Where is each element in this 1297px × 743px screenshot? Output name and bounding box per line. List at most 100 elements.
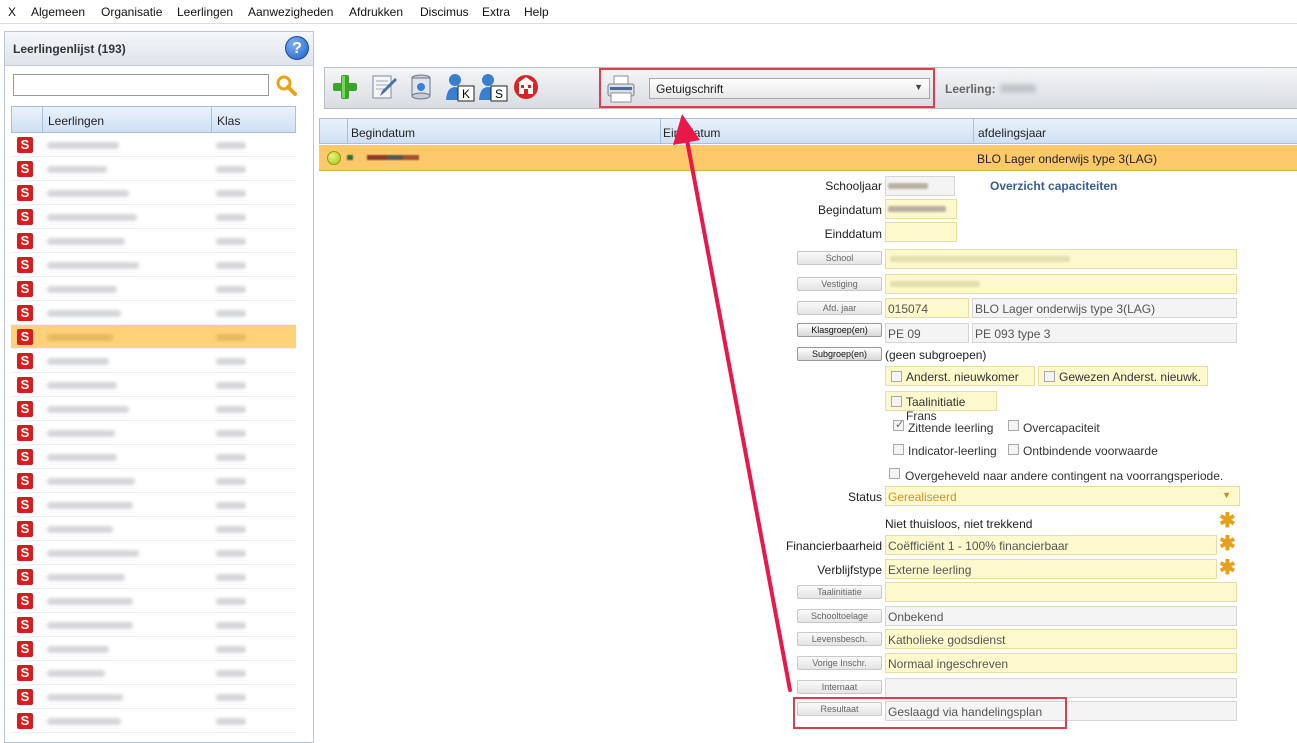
column-klas[interactable]: Klas: [217, 114, 240, 128]
asterisk-icon[interactable]: ✱: [1219, 555, 1236, 580]
asterisk-icon[interactable]: ✱: [1219, 531, 1236, 556]
schooltoelage-button[interactable]: Schooltoelage: [797, 609, 882, 623]
list-item[interactable]: S: [11, 517, 296, 541]
afd-name-field[interactable]: BLO Lager onderwijs type 3(LAG): [972, 298, 1237, 318]
list-item[interactable]: S: [11, 277, 296, 301]
list-item[interactable]: S: [11, 661, 296, 685]
menu-discimus[interactable]: Discimus: [420, 5, 469, 19]
begindatum-field[interactable]: [885, 199, 957, 219]
overcapaciteit-checkbox[interactable]: [1008, 420, 1019, 431]
leerling-name-redacted: [1000, 84, 1036, 93]
vestiging-field[interactable]: [885, 274, 1237, 294]
afd-jaar-button[interactable]: Afd. jaar: [797, 301, 882, 315]
building-icon[interactable]: [512, 73, 542, 103]
schooltoelage-field[interactable]: Onbekend: [885, 606, 1237, 626]
list-item[interactable]: S: [11, 541, 296, 565]
list-item[interactable]: S: [11, 709, 296, 733]
indicator-leerling-checkbox[interactable]: [893, 444, 904, 455]
student-name-redacted: [47, 166, 107, 173]
student-s-icon: S: [17, 449, 33, 465]
vorige-inschr-button[interactable]: Vorige Inschr.: [797, 656, 882, 670]
taalinitiatie-button[interactable]: Taalinitiatie: [797, 585, 882, 599]
list-item[interactable]: S: [11, 373, 296, 397]
list-item[interactable]: S: [11, 133, 296, 157]
taalinitiatie-frans-checkbox[interactable]: [891, 396, 902, 407]
gewezen-anderst-box[interactable]: Gewezen Anderst. nieuwk.: [1038, 366, 1208, 386]
taalinitiatie-frans-box[interactable]: Taalinitiatie Frans: [885, 391, 997, 423]
student-klas-redacted: [216, 262, 246, 269]
list-item[interactable]: S: [11, 205, 296, 229]
list-item[interactable]: S: [11, 565, 296, 589]
zittende-leerling-checkbox[interactable]: [893, 418, 904, 431]
list-item[interactable]: S: [11, 301, 296, 325]
student-search-input[interactable]: [13, 74, 269, 96]
column-begindatum[interactable]: Begindatum: [351, 126, 415, 140]
enrollment-row[interactable]: BLO Lager onderwijs type 3(LAG): [319, 145, 1297, 171]
student-k-icon[interactable]: K: [445, 72, 475, 102]
student-s-icon: S: [17, 497, 33, 513]
menu-extra[interactable]: Extra: [482, 5, 510, 19]
ontbindende-voorwaarde-checkbox[interactable]: [1008, 444, 1019, 455]
einddatum-field[interactable]: [885, 222, 957, 242]
search-icon[interactable]: [275, 74, 297, 96]
column-afdelingsjaar[interactable]: afdelingsjaar: [978, 126, 1046, 140]
levensbesch-field[interactable]: Katholieke godsdienst: [885, 629, 1237, 649]
anderst-nieuwkomer-checkbox[interactable]: [891, 371, 902, 382]
schooljaar-field[interactable]: [885, 176, 955, 196]
list-item[interactable]: S: [11, 469, 296, 493]
student-s-icon: S: [17, 425, 33, 441]
klasgroep-name-field[interactable]: PE 093 type 3: [972, 323, 1237, 343]
list-item[interactable]: S: [11, 157, 296, 181]
internaat-field[interactable]: [885, 678, 1237, 698]
anderst-nieuwkomer-box[interactable]: Anderst. nieuwkomer: [885, 366, 1035, 386]
list-item[interactable]: S: [11, 421, 296, 445]
overzicht-capaciteiten-link[interactable]: Overzicht capaciteiten: [990, 179, 1117, 193]
menu-leerlingen[interactable]: Leerlingen: [177, 5, 233, 19]
list-item[interactable]: S: [11, 445, 296, 469]
list-item[interactable]: S: [11, 229, 296, 253]
afd-code-field[interactable]: 015074: [885, 298, 969, 318]
database-icon[interactable]: [405, 72, 435, 102]
list-item[interactable]: S: [11, 397, 296, 421]
list-item[interactable]: S: [11, 685, 296, 709]
vorige-inschr-field[interactable]: Normaal ingeschreven: [885, 653, 1237, 673]
menu-close[interactable]: X: [8, 5, 16, 19]
klasgroep-button[interactable]: Klasgroep(en): [797, 323, 882, 337]
vestiging-button[interactable]: Vestiging: [797, 277, 882, 291]
financierbaarheid-field[interactable]: Coëfficiënt 1 - 100% financierbaar: [885, 535, 1217, 555]
list-item[interactable]: S: [11, 493, 296, 517]
menu-algemeen[interactable]: Algemeen: [31, 5, 85, 19]
internaat-button[interactable]: Internaat: [797, 680, 882, 694]
list-item[interactable]: S: [11, 589, 296, 613]
list-item[interactable]: S: [11, 349, 296, 373]
edit-icon[interactable]: [368, 72, 398, 102]
student-s-icon: S: [17, 281, 33, 297]
list-item[interactable]: S: [11, 253, 296, 277]
column-einddatum[interactable]: Einddatum: [663, 126, 720, 140]
list-item[interactable]: S: [11, 613, 296, 637]
list-item[interactable]: S: [11, 637, 296, 661]
menu-aanwezigheden[interactable]: Aanwezigheden: [248, 5, 333, 19]
overgeheveld-checkbox[interactable]: [889, 468, 900, 479]
klasgroep-code-field[interactable]: PE 09: [885, 323, 969, 343]
status-select[interactable]: Gerealiseerd ▼: [885, 486, 1240, 506]
list-item[interactable]: S: [11, 325, 296, 349]
menu-organisatie[interactable]: Organisatie: [101, 5, 162, 19]
add-icon[interactable]: [330, 72, 360, 102]
student-s-icon[interactable]: S: [478, 72, 508, 102]
menu-help[interactable]: Help: [524, 5, 549, 19]
asterisk-icon[interactable]: ✱: [1219, 508, 1236, 533]
gewezen-anderst-checkbox[interactable]: [1044, 371, 1055, 382]
subgroep-button[interactable]: Subgroep(en): [797, 347, 882, 361]
list-item[interactable]: S: [11, 181, 296, 205]
levensbesch-button[interactable]: Levensbesch.: [797, 632, 882, 646]
menu-afdrukken[interactable]: Afdrukken: [349, 5, 403, 19]
help-icon[interactable]: ?: [285, 36, 309, 60]
student-name-redacted: [47, 598, 133, 605]
school-button[interactable]: School: [797, 251, 882, 265]
school-field[interactable]: [885, 249, 1237, 269]
verblijfstype-field[interactable]: Externe leerling: [885, 559, 1217, 579]
student-s-icon: S: [17, 545, 33, 561]
taalinitiatie-field[interactable]: [885, 582, 1237, 602]
column-leerlingen[interactable]: Leerlingen: [48, 114, 104, 128]
